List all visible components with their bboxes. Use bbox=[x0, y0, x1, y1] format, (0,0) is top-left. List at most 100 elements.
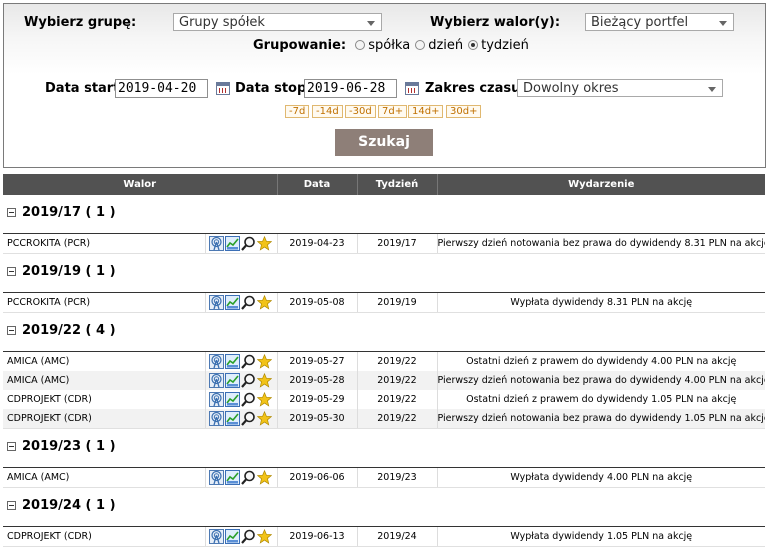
quick-minus-30d-button[interactable]: -30d bbox=[345, 105, 376, 118]
collapse-icon[interactable] bbox=[7, 501, 16, 510]
chart-icon[interactable] bbox=[224, 411, 241, 426]
radar-icon[interactable] bbox=[208, 470, 225, 485]
star-icon[interactable] bbox=[256, 373, 273, 388]
header-data[interactable]: Data bbox=[276, 174, 357, 195]
quick-plus-30d-button[interactable]: 30d+ bbox=[446, 105, 482, 118]
collapse-icon[interactable] bbox=[7, 442, 16, 451]
row-actions-cell bbox=[204, 526, 277, 547]
week-cell: 2019/22 bbox=[356, 351, 437, 371]
group-header-cell: 2019/23 ( 1 ) bbox=[3, 428, 765, 468]
walor-select[interactable]: Bieżący portfel bbox=[585, 13, 734, 31]
radar-icon[interactable] bbox=[208, 295, 225, 310]
star-icon[interactable] bbox=[256, 392, 273, 407]
radar-icon[interactable] bbox=[208, 236, 225, 251]
quick-plus-14d-button[interactable]: 14d+ bbox=[408, 105, 444, 118]
date-cell: 2019-05-08 bbox=[276, 292, 357, 313]
walor-cell: PCCROKITA (PCR) bbox=[3, 233, 205, 254]
radar-icon[interactable] bbox=[208, 411, 225, 426]
collapse-icon[interactable] bbox=[7, 208, 16, 217]
radar-icon[interactable] bbox=[208, 392, 225, 407]
magnifier-icon[interactable] bbox=[240, 470, 257, 485]
group-header-row: 2019/19 ( 1 ) bbox=[3, 253, 765, 293]
star-icon[interactable] bbox=[256, 354, 273, 369]
grouping-option-0[interactable]: spółka bbox=[355, 38, 410, 53]
event-cell: Wypłata dywidendy 1.05 PLN na akcję bbox=[436, 526, 765, 547]
header-wydarzenie[interactable]: Wydarzenie bbox=[436, 174, 765, 195]
radar-icon[interactable] bbox=[208, 354, 225, 369]
grouping-option-2[interactable]: tydzień bbox=[468, 38, 529, 53]
chart-icon[interactable] bbox=[224, 373, 241, 388]
date-stop-input[interactable]: 2019-06-28 bbox=[304, 79, 397, 98]
radio-button[interactable] bbox=[468, 40, 479, 50]
calendar-icon[interactable] bbox=[216, 82, 230, 95]
walor-cell: CDPROJEKT (CDR) bbox=[7, 394, 92, 405]
date-cell: 2019-05-30 bbox=[276, 409, 357, 429]
group-title: 2019/23 ( 1 ) bbox=[22, 439, 116, 454]
group-title: 2019/22 ( 4 ) bbox=[22, 323, 116, 338]
group-select[interactable]: Grupy spółek bbox=[173, 13, 382, 31]
star-icon[interactable] bbox=[256, 470, 273, 485]
group-header-cell: 2019/17 ( 1 ) bbox=[3, 195, 765, 234]
search-form: Wybierz grupę: Grupy spółek Wybierz walo… bbox=[3, 3, 766, 168]
group-title: 2019/19 ( 1 ) bbox=[22, 264, 116, 279]
event-cell: Wypłata dywidendy 8.31 PLN na akcję bbox=[436, 292, 765, 313]
week-cell: 2019/23 bbox=[356, 467, 437, 488]
star-icon[interactable] bbox=[256, 529, 273, 544]
week-cell: 2019/19 bbox=[356, 292, 437, 313]
week-cell: 2019/17 bbox=[356, 233, 437, 254]
row-actions-cell bbox=[204, 292, 277, 313]
date-cell: 2019-06-13 bbox=[276, 526, 357, 547]
table-row: AMICA (AMC) 2019-05-27 2019/22 Ostatni dzie… bbox=[3, 351, 765, 371]
event-cell: Ostatni dzień z prawem do dywidendy 1.05… bbox=[436, 390, 765, 409]
quick-minus-7d-button[interactable]: -7d bbox=[285, 105, 310, 118]
magnifier-icon[interactable] bbox=[240, 295, 257, 310]
walor-cell: AMICA (AMC) bbox=[3, 371, 205, 390]
chart-icon[interactable] bbox=[224, 236, 241, 251]
date-cell: 2019-06-06 bbox=[276, 467, 357, 488]
magnifier-icon[interactable] bbox=[240, 373, 257, 388]
magnifier-icon[interactable] bbox=[240, 411, 257, 426]
chart-icon[interactable] bbox=[224, 529, 241, 544]
chart-icon[interactable] bbox=[224, 354, 241, 369]
calendar-icon[interactable] bbox=[405, 82, 419, 95]
radio-button[interactable] bbox=[415, 40, 426, 50]
chart-icon[interactable] bbox=[224, 392, 241, 407]
table-row: PCCROKITA (PCR) 2019-04-23 2019/17 Pierwszy… bbox=[3, 233, 765, 254]
radar-icon[interactable] bbox=[208, 529, 225, 544]
group-select-value: Grupy spółek bbox=[179, 15, 265, 30]
star-icon[interactable] bbox=[256, 411, 273, 426]
table-row: CDPROJEKT (CDR) 2019-05-29 2019/22 Ostatni … bbox=[3, 390, 765, 409]
grouping-label: Grupowanie: bbox=[253, 38, 347, 53]
walor-select-value: Bieżący portfel bbox=[591, 15, 689, 30]
quick-plus-7d-button[interactable]: 7d+ bbox=[378, 105, 408, 118]
magnifier-icon[interactable] bbox=[240, 236, 257, 251]
chevron-down-icon bbox=[719, 21, 727, 26]
date-start-input[interactable]: 2019-04-20 bbox=[115, 79, 208, 98]
star-icon[interactable] bbox=[256, 295, 273, 310]
walor-cell: AMICA (AMC) bbox=[3, 467, 205, 488]
week-cell: 2019/22 bbox=[356, 371, 437, 390]
radio-button[interactable] bbox=[355, 40, 366, 50]
table-row: CDPROJEKT (CDR) 2019-06-13 2019/24 Wypłata … bbox=[3, 526, 765, 547]
quick-minus-14d-button[interactable]: -14d bbox=[312, 105, 343, 118]
magnifier-icon[interactable] bbox=[240, 392, 257, 407]
row-actions-cell bbox=[204, 233, 277, 254]
header-tydzien[interactable]: Tydzień bbox=[356, 174, 437, 195]
walor-cell: AMICA (AMC) bbox=[7, 356, 70, 367]
collapse-icon[interactable] bbox=[7, 267, 16, 276]
magnifier-icon[interactable] bbox=[240, 529, 257, 544]
chart-icon[interactable] bbox=[224, 470, 241, 485]
collapse-icon[interactable] bbox=[7, 326, 16, 335]
group-title: 2019/17 ( 1 ) bbox=[22, 205, 116, 220]
search-button[interactable]: Szukaj bbox=[335, 129, 433, 156]
table-row: AMICA (AMC) 2019-05-28 2019/22 Pierwszy dzi… bbox=[3, 371, 765, 390]
grouping-option-1[interactable]: dzień bbox=[415, 38, 463, 53]
header-walor[interactable]: Walor bbox=[3, 174, 277, 195]
range-select[interactable]: Dowolny okres bbox=[517, 79, 723, 97]
event-cell: Wypłata dywidendy 4.00 PLN na akcję bbox=[436, 467, 765, 488]
magnifier-icon[interactable] bbox=[240, 354, 257, 369]
chart-icon[interactable] bbox=[224, 295, 241, 310]
star-icon[interactable] bbox=[256, 236, 273, 251]
event-cell: Pierwszy dzień notowania bez prawa do dy… bbox=[436, 409, 765, 429]
radar-icon[interactable] bbox=[208, 373, 225, 388]
